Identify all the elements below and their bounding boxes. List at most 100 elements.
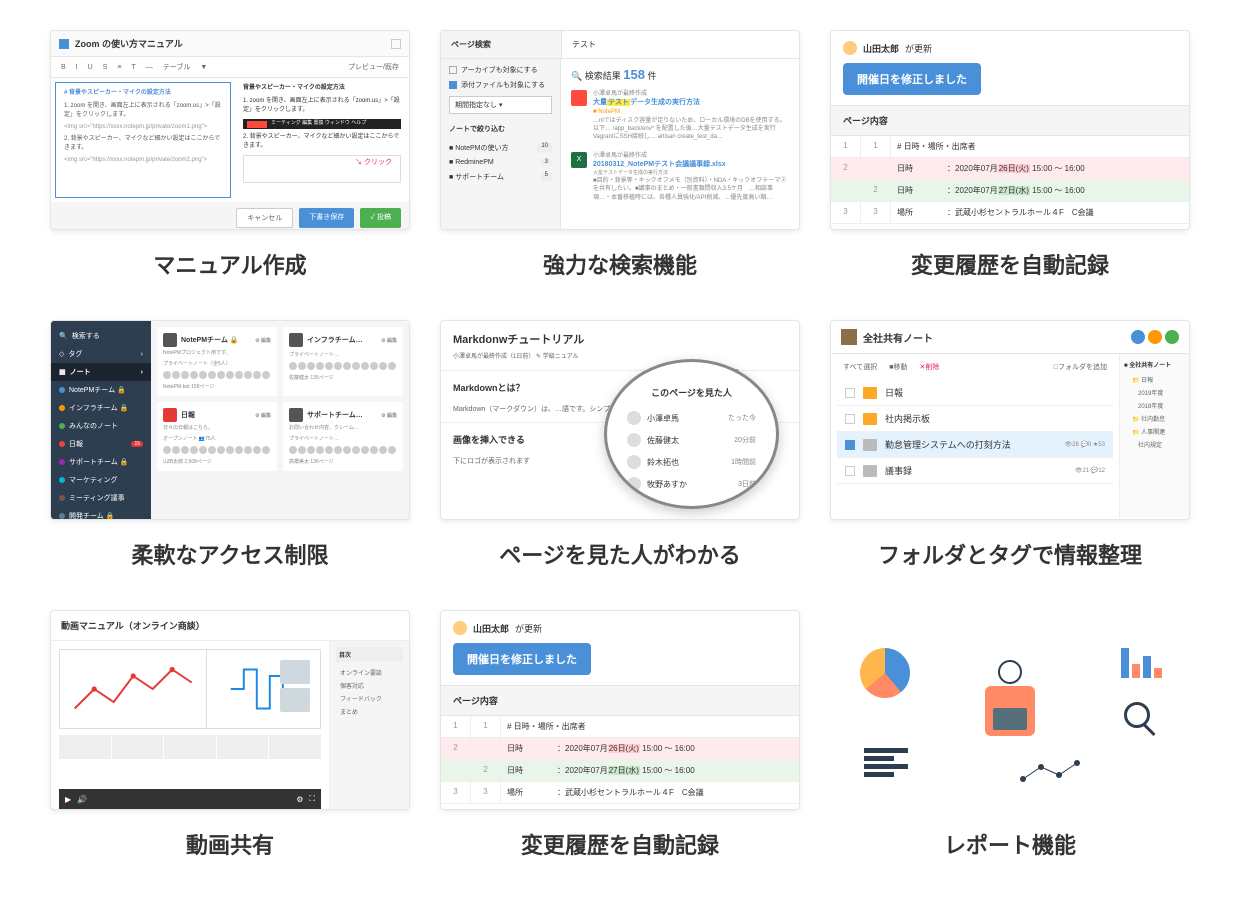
save-button[interactable]: ✓ 投稿 — [360, 208, 401, 228]
caption: 柔軟なアクセス制限 — [132, 538, 329, 570]
sidebar-nav: 🔍 検索する ◇ タグ › ▦ ノート › NotePMチーム 🔒インフラチーム… — [51, 321, 151, 519]
filter-item[interactable]: ■ NotePMの使い方10 — [449, 140, 552, 156]
caption: 変更履歴を自動記録 — [911, 248, 1109, 280]
close-icon[interactable] — [391, 39, 401, 49]
change-message: 開催日を修正しました — [453, 643, 591, 675]
video-content — [59, 649, 321, 729]
viewer-row: 牧野あすか3日前 — [627, 473, 756, 495]
caption: 変更履歴を自動記録 — [521, 828, 719, 860]
folder-row[interactable]: 社内掲示板 — [837, 406, 1113, 432]
workspace-card[interactable]: 日報⚙ 編集日々の日報はこちら。オープンノート 👥75人山田太郎 2,508ペー… — [157, 402, 277, 471]
folder-row[interactable]: 議事録👁21 💬12 — [837, 458, 1113, 484]
sidebar-item[interactable]: マーケティング — [51, 471, 151, 489]
toc-sidebar: 目次 オンライン要談 個客対応 フィードバック まとめ — [329, 641, 409, 809]
card-folders: 全社共有ノート すべて選択 ■移動 ✕削除 □フォルダを追加 日報社内掲示板勤怠… — [830, 320, 1190, 570]
user-avatar[interactable] — [1148, 330, 1162, 344]
result-icon — [571, 90, 587, 106]
markdown-source[interactable]: # 背景やスピーカー・マイクの設定方法 1. zoom を開き、画面左上に表示さ… — [55, 82, 231, 198]
search-results: 🔍 検索結果 158 件 小澤卓馬が最終作成 大量テストデータ生成の実行方法 ■… — [561, 59, 799, 230]
person-illustration — [975, 660, 1045, 760]
tag-item[interactable]: 📁 人事関連 — [1124, 425, 1185, 438]
viewer-row: 小澤卓馬たった今 — [627, 407, 756, 429]
preview-pane: 背景やスピーカー・マイクの設定方法 1. zoom を開き、画面左上に表示される… — [235, 78, 409, 202]
folder-toolbar[interactable]: すべて選択 ■移動 ✕削除 □フォルダを追加 — [837, 362, 1113, 380]
play-icon: ▶ — [65, 795, 71, 804]
viewer-row: 佐藤健太20分前 — [627, 429, 756, 451]
tag-item[interactable]: 2019年度 — [1124, 386, 1185, 399]
caption: フォルダとタグで情報整理 — [878, 538, 1142, 570]
folder-row[interactable]: 日報 — [837, 380, 1113, 406]
tag-item[interactable]: 社内規定 — [1124, 438, 1185, 451]
thumb-manual: Zoom の使い方マニュアル BIUS≡T—テーブル▼プレビュー/既存 # 背景… — [50, 30, 410, 230]
opt-archive[interactable]: アーカイブも対象にする — [449, 65, 552, 75]
period-select[interactable]: 期間指定なし ▾ — [449, 96, 552, 114]
diff-table: 11# 日時・場所・出席者 2日時：2020年07月26日(火) 15:00 〜… — [441, 716, 799, 804]
volume-icon: 🔊 — [77, 795, 87, 804]
magnifier-icon — [1124, 702, 1150, 728]
sidebar-item[interactable]: インフラチーム 🔒 — [51, 399, 151, 417]
editor-toolbar[interactable]: BIUS≡T—テーブル▼プレビュー/既存 — [51, 57, 409, 78]
thumb-search: ページ検索 テスト アーカイブも対象にする 添付ファイルも対象にする 期間指定な… — [440, 30, 800, 230]
caption: マニュアル作成 — [153, 248, 306, 280]
workspace-card[interactable]: インフラチーム…⚙ 編集プライベートノート…佐藤健太 135ページ — [283, 327, 403, 396]
result-item[interactable]: X 小澤卓馬が最終作成 20180312_NotePMテスト会議議事録.xlsx… — [571, 152, 789, 202]
caption: レポート機能 — [944, 828, 1076, 860]
thumb-folders: 全社共有ノート すべて選択 ■移動 ✕削除 □フォルダを追加 日報社内掲示板勤怠… — [830, 320, 1190, 520]
card-search: ページ検索 テスト アーカイブも対象にする 添付ファイルも対象にする 期間指定な… — [440, 30, 800, 280]
result-item[interactable]: 小澤卓馬が最終作成 大量テストデータ生成の実行方法 ■ NotePM …nlでは… — [571, 90, 789, 142]
section-header: ページ内容 — [441, 685, 799, 716]
caption: 動画共有 — [186, 828, 274, 860]
sidebar-item[interactable]: ミーティング議事 — [51, 489, 151, 507]
user-avatar — [453, 621, 467, 635]
card-history: 山田太郎 が更新 開催日を修正しました ページ内容 11# 日時・場所・出席者 … — [830, 30, 1190, 280]
user-avatar[interactable] — [1165, 330, 1179, 344]
settings-icon: ⚙ — [296, 795, 303, 804]
search-input[interactable]: テスト — [561, 31, 799, 58]
note-icon — [841, 329, 857, 345]
thumb-history: 山田太郎 が更新 開催日を修正しました ページ内容 11# 日時・場所・出席者 … — [830, 30, 1190, 230]
tag-item[interactable]: 2018年度 — [1124, 399, 1185, 412]
fullscreen-icon: ⛶ — [309, 794, 315, 804]
app-favicon — [59, 39, 69, 49]
sidebar-item[interactable]: サポートチーム 🔒 — [51, 453, 151, 471]
tag-sidebar: ■ 全社共有ノート 📁 日報 2019年度 2018年度📁 社内勤怠📁 人事関連… — [1119, 354, 1189, 518]
sidebar-item[interactable]: 開発チーム 🔒 — [51, 507, 151, 520]
card-video: 動画マニュアル（オンライン商談） — [50, 610, 410, 860]
user-avatar — [843, 41, 857, 55]
thumb-report — [830, 610, 1190, 810]
doc-title: Zoom の使い方マニュアル — [75, 37, 391, 50]
tag-item[interactable]: 📁 社内勤怠 — [1124, 412, 1185, 425]
sidebar-item[interactable]: みんなのノート — [51, 417, 151, 435]
workspace-card[interactable]: サポートチーム…⚙ 編集お問い合わせ内容、クレーム…プライベートノート…高橋美太… — [283, 402, 403, 471]
search-label: ページ検索 — [441, 31, 561, 58]
workspace-card[interactable]: NotePMチーム 🔒⚙ 編集NotePMプロジェクト用です。プライベートノート… — [157, 327, 277, 396]
thumb-video: 動画マニュアル（オンライン商談） — [50, 610, 410, 810]
tag-item[interactable]: 📁 日報 — [1124, 373, 1185, 386]
list-icon — [864, 748, 908, 780]
participant-thumb — [280, 688, 310, 712]
card-manual: Zoom の使い方マニュアル BIUS≡T—テーブル▼プレビュー/既存 # 背景… — [50, 30, 410, 280]
cancel-button[interactable]: キャンセル — [236, 208, 293, 228]
filter-item[interactable]: ■ サポートチーム5 — [449, 169, 552, 185]
participant-thumb — [280, 660, 310, 684]
sidebar-item[interactable]: NotePMチーム 🔒 — [51, 381, 151, 399]
sidebar-item[interactable]: 日報15 — [51, 435, 151, 453]
thumb-access: 🔍 検索する ◇ タグ › ▦ ノート › NotePMチーム 🔒インフラチーム… — [50, 320, 410, 520]
search-sidebar: アーカイブも対象にする 添付ファイルも対象にする 期間指定なし ▾ ノートで絞り… — [441, 59, 561, 230]
pie-chart-icon — [860, 648, 910, 698]
change-message: 開催日を修正しました — [843, 63, 981, 95]
viewer-popup: このページを見た人 小澤卓馬たった今佐藤健太20分前鈴木拓也1時間前牧野あすか3… — [604, 359, 779, 509]
opt-attach[interactable]: 添付ファイルも対象にする — [449, 80, 552, 90]
video-controls[interactable]: ▶ 🔊 ⚙ ⛶ — [59, 789, 321, 809]
folder-row[interactable]: 勤怠管理システムへの打刻方法👁26 💬0 ★53 — [837, 432, 1113, 458]
card-report: レポート機能 — [830, 610, 1190, 860]
filter-item[interactable]: ■ RedminePM3 — [449, 156, 552, 169]
section-header: ページ内容 — [831, 105, 1189, 136]
bar-chart-icon — [1121, 642, 1162, 678]
card-history-2: 山田太郎 が更新 開催日を修正しました ページ内容 11# 日時・場所・出席者 … — [440, 610, 800, 860]
user-avatar[interactable] — [1131, 330, 1145, 344]
scatter-icon — [1020, 756, 1090, 786]
draft-button[interactable]: 下書き保存 — [299, 208, 354, 228]
feature-grid: Zoom の使い方マニュアル BIUS≡T—テーブル▼プレビュー/既存 # 背景… — [50, 30, 1190, 860]
thumb-history: 山田太郎 が更新 開催日を修正しました ページ内容 11# 日時・場所・出席者 … — [440, 610, 800, 810]
